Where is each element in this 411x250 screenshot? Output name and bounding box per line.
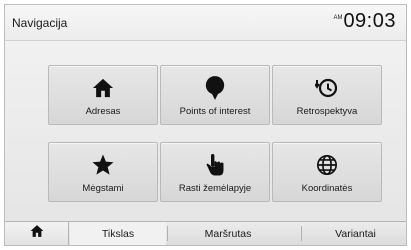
tab-label: Variantai [335, 227, 376, 240]
tab-destination[interactable]: Tikslas [70, 222, 166, 245]
screen-title: Navigacija [12, 16, 68, 30]
tile-label: Koordinatės [301, 183, 353, 194]
map-pin-icon [161, 76, 269, 100]
tile-label: Retrospektyva [296, 106, 358, 117]
home-icon [30, 224, 44, 243]
hand-pointer-icon [161, 153, 269, 177]
tile-label: Rasti žemėlapyje [178, 183, 252, 194]
home-icon [49, 76, 157, 100]
tile-favourites[interactable]: Mėgstami [48, 142, 158, 202]
bottom-tab-bar: Tikslas Maršrutas Variantai [5, 221, 406, 245]
navigation-screen: Navigacija AM 09:03 Adresas Points of in… [4, 4, 407, 246]
tile-label: Points of interest [179, 106, 251, 117]
tab-route[interactable]: Maršrutas [168, 222, 288, 245]
tile-address[interactable]: Adresas [48, 65, 158, 125]
header-bar: Navigacija AM 09:03 [5, 5, 406, 41]
globe-icon [273, 153, 381, 177]
tile-label: Adresas [85, 106, 121, 117]
clock: AM 09:03 [333, 10, 396, 33]
clock-time: 09:03 [343, 10, 396, 32]
tile-label: Mėgstami [82, 183, 124, 194]
tile-history[interactable]: Retrospektyva [272, 65, 382, 125]
tab-home[interactable] [5, 222, 69, 245]
tab-options[interactable]: Variantai [305, 222, 406, 245]
star-icon [49, 153, 157, 177]
tab-label: Maršrutas [204, 227, 252, 240]
tile-find-on-map[interactable]: Rasti žemėlapyje [160, 142, 270, 202]
tile-points-of-interest[interactable]: Points of interest [160, 65, 270, 125]
tab-label: Tikslas [101, 227, 135, 240]
clock-ampm: AM [333, 15, 343, 21]
tile-coordinates[interactable]: Koordinatės [272, 142, 382, 202]
tab-divider [301, 226, 302, 241]
history-icon [273, 76, 381, 100]
